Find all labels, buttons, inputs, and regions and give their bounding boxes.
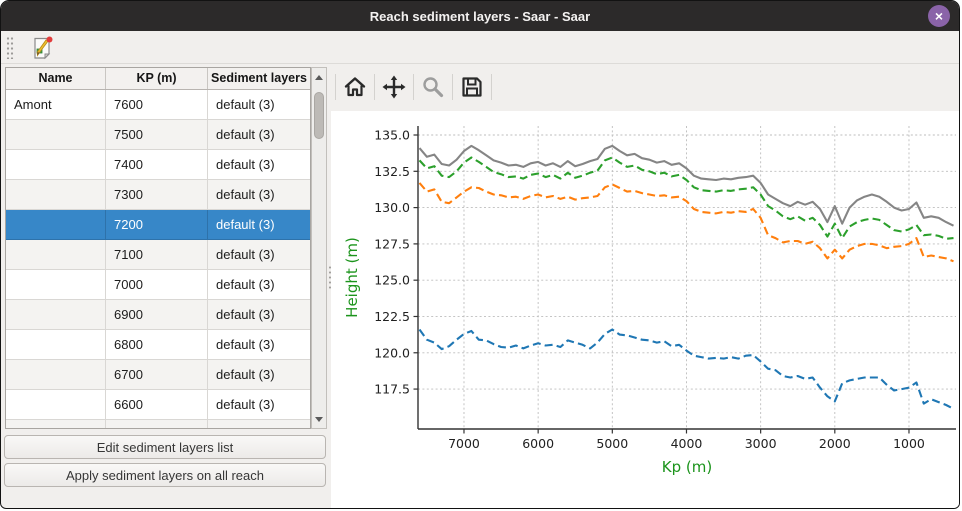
svg-text:130.0: 130.0 <box>374 200 410 215</box>
close-button[interactable]: × <box>928 5 950 27</box>
cell-layers: default (3) <box>208 360 310 390</box>
cell-layers: default (3) <box>208 330 310 360</box>
cell-name <box>6 150 106 180</box>
cell-layers: default (3) <box>208 270 310 300</box>
cell-layers: default (3) <box>208 300 310 330</box>
scroll-down-arrow-icon[interactable] <box>312 411 326 427</box>
table-row-partial[interactable] <box>6 420 310 429</box>
pan-button[interactable] <box>375 72 413 102</box>
cell-name <box>6 330 106 360</box>
sediment-profile-chart: 7000 6000 5000 4000 3000 2000 1000 117.5 120.0 12… <box>331 111 960 508</box>
toolbar-drag-handle[interactable] <box>6 36 14 59</box>
column-header-sediment-layers[interactable]: Sediment layers <box>208 68 310 89</box>
table-scrollbar[interactable] <box>311 67 327 429</box>
edit-sediment-layers-list-button[interactable]: Edit sediment layers list <box>4 435 326 459</box>
scroll-up-arrow-icon[interactable] <box>312 69 326 85</box>
column-header-name[interactable]: Name <box>6 68 106 89</box>
cell-kp <box>106 420 208 429</box>
scrollbar-thumb[interactable] <box>314 92 324 139</box>
table-row[interactable]: 7300default (3) <box>6 180 310 210</box>
titlebar[interactable]: Reach sediment layers - Saar - Saar × <box>1 1 959 31</box>
cell-layers: default (3) <box>208 90 310 120</box>
table-row[interactable]: Amont7600default (3) <box>6 90 310 120</box>
save-floppy-icon <box>460 75 484 99</box>
svg-text:Height (m): Height (m) <box>343 237 361 318</box>
svg-text:3000: 3000 <box>745 436 777 451</box>
cell-kp: 6900 <box>106 300 208 330</box>
table-row[interactable]: 6800default (3) <box>6 330 310 360</box>
svg-text:122.5: 122.5 <box>374 309 410 324</box>
edit-reach-sediment-button[interactable] <box>27 34 57 62</box>
plot-toolbar <box>335 71 492 103</box>
svg-text:125.0: 125.0 <box>374 273 410 288</box>
svg-text:120.0: 120.0 <box>374 345 410 360</box>
cell-layers: default (3) <box>208 150 310 180</box>
cell-name <box>6 270 106 300</box>
cell-name <box>6 300 106 330</box>
cell-name <box>6 390 106 420</box>
cell-name: Amont <box>6 90 106 120</box>
toolbar-separator <box>491 74 492 100</box>
svg-text:1000: 1000 <box>893 436 925 451</box>
cell-layers: default (3) <box>208 390 310 420</box>
cell-kp: 6600 <box>106 390 208 420</box>
svg-text:127.5: 127.5 <box>374 236 410 251</box>
table-row[interactable]: 6600default (3) <box>6 390 310 420</box>
plot-canvas[interactable]: 7000 6000 5000 4000 3000 2000 1000 117.5 120.0 12… <box>331 111 960 508</box>
svg-text:Kp (m): Kp (m) <box>662 458 712 476</box>
cell-kp: 6800 <box>106 330 208 360</box>
svg-text:132.5: 132.5 <box>374 164 410 179</box>
cell-name <box>6 210 106 240</box>
table-row[interactable]: 7100default (3) <box>6 240 310 270</box>
cell-kp: 7000 <box>106 270 208 300</box>
svg-text:2000: 2000 <box>819 436 851 451</box>
cell-layers: default (3) <box>208 210 310 240</box>
table-body: Amont7600default (3)7500default (3)7400d… <box>6 90 310 429</box>
table-header-row: Name KP (m) Sediment layers <box>6 68 310 90</box>
save-button[interactable] <box>453 72 491 102</box>
table-row[interactable]: 7500default (3) <box>6 120 310 150</box>
pan-move-icon <box>382 75 406 99</box>
edit-document-icon <box>29 35 55 61</box>
cell-layers <box>208 420 310 429</box>
plot-panel: 7000 6000 5000 4000 3000 2000 1000 117.5 120.0 12… <box>331 65 960 508</box>
cell-kp: 7600 <box>106 90 208 120</box>
close-icon: × <box>935 9 943 23</box>
table-row[interactable]: 7400default (3) <box>6 150 310 180</box>
window-title: Reach sediment layers - Saar - Saar <box>370 9 590 24</box>
zoom-button[interactable] <box>414 72 452 102</box>
cell-name <box>6 120 106 150</box>
cell-name <box>6 240 106 270</box>
svg-text:135.0: 135.0 <box>374 128 410 143</box>
sediment-layers-table: Name KP (m) Sediment layers Amont7600def… <box>5 67 311 429</box>
magnifier-zoom-icon <box>421 75 445 99</box>
table-row[interactable]: 6700default (3) <box>6 360 310 390</box>
cell-kp: 6700 <box>106 360 208 390</box>
svg-text:4000: 4000 <box>671 436 703 451</box>
cell-kp: 7100 <box>106 240 208 270</box>
table-row[interactable]: 7200default (3) <box>6 210 310 240</box>
cell-layers: default (3) <box>208 180 310 210</box>
cell-name <box>6 420 106 429</box>
app-toolbar <box>1 31 959 64</box>
cell-layers: default (3) <box>208 120 310 150</box>
column-header-kp[interactable]: KP (m) <box>106 68 208 89</box>
svg-text:7000: 7000 <box>448 436 480 451</box>
cell-kp: 7300 <box>106 180 208 210</box>
cell-kp: 7200 <box>106 210 208 240</box>
cell-name <box>6 180 106 210</box>
table-row[interactable]: 6900default (3) <box>6 300 310 330</box>
apply-sediment-layers-button[interactable]: Apply sediment layers on all reach <box>4 463 326 487</box>
home-icon <box>343 75 367 99</box>
home-button[interactable] <box>336 72 374 102</box>
svg-text:117.5: 117.5 <box>374 382 410 397</box>
svg-text:5000: 5000 <box>596 436 628 451</box>
reach-sediment-layers-window: Reach sediment layers - Saar - Saar × Na… <box>0 0 960 509</box>
table-row[interactable]: 7000default (3) <box>6 270 310 300</box>
cell-kp: 7500 <box>106 120 208 150</box>
cell-kp: 7400 <box>106 150 208 180</box>
cell-layers: default (3) <box>208 240 310 270</box>
svg-text:6000: 6000 <box>522 436 554 451</box>
cell-name <box>6 360 106 390</box>
